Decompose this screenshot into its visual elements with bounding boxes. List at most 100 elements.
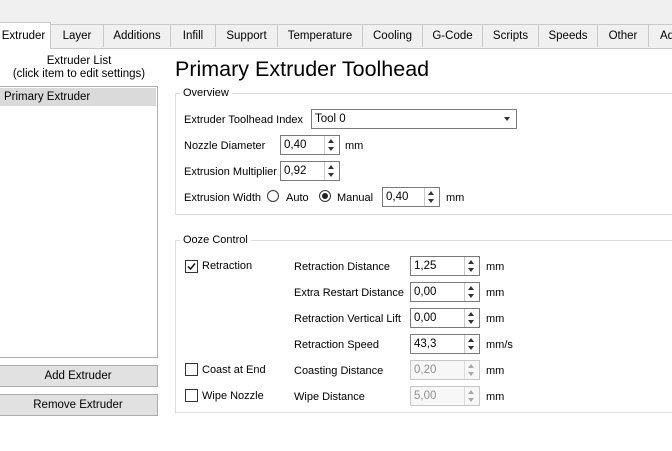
nozzle-diameter-value: 0,40 — [284, 139, 307, 151]
stepper-arrows[interactable] — [464, 335, 479, 353]
tab-speeds[interactable]: Speeds — [538, 24, 598, 47]
extrusion-width-auto-radio[interactable] — [267, 190, 279, 202]
radio-selected-dot — [322, 193, 328, 199]
nozzle-diameter-label: Nozzle Diameter — [184, 140, 266, 152]
arrow-up-icon — [468, 390, 474, 394]
arrow-up-icon — [468, 338, 474, 342]
retraction-speed-unit: mm/s — [486, 339, 513, 351]
coast-at-end-checkbox[interactable] — [185, 363, 198, 376]
arrow-down-icon — [468, 320, 474, 324]
arrow-down-icon — [468, 294, 474, 298]
tab-scripts[interactable]: Scripts — [482, 24, 539, 47]
arrow-up-icon — [468, 364, 474, 368]
list-item-primary-extruder[interactable]: Primary Extruder — [0, 88, 156, 106]
stepper-arrows[interactable] — [464, 309, 479, 327]
retraction-vertical-lift-stepper[interactable]: 0,00 — [410, 308, 480, 328]
toolhead-index-label: Extruder Toolhead Index — [184, 114, 304, 126]
arrow-down-icon — [468, 398, 474, 402]
nozzle-diameter-stepper[interactable]: 0,40 — [280, 135, 340, 155]
retraction-speed-value: 43,3 — [414, 338, 437, 350]
extrusion-width-unit: mm — [446, 192, 465, 204]
retraction-speed-label: Retraction Speed — [294, 339, 379, 351]
toolhead-index-value: Tool 0 — [315, 113, 346, 125]
auto-label: Auto — [286, 192, 309, 204]
extra-restart-distance-stepper[interactable]: 0,00 — [410, 282, 480, 302]
arrow-down-icon — [468, 268, 474, 272]
extruder-list-title: Extruder List — [46, 55, 112, 67]
tab-advanced[interactable]: Ad — [648, 24, 672, 47]
arrow-up-icon — [468, 286, 474, 290]
page-title: Primary Extruder Toolhead — [175, 57, 430, 81]
extruder-list-label: Extruder List (click item to edit settin… — [0, 55, 158, 81]
tab-support[interactable]: Support — [215, 24, 278, 47]
tab-gcode[interactable]: G-Code — [422, 24, 483, 47]
coast-at-end-label: Coast at End — [202, 364, 266, 376]
manual-label: Manual — [337, 192, 374, 204]
add-extruder-button[interactable]: Add Extruder — [0, 365, 158, 387]
tab-layer[interactable]: Layer — [50, 24, 104, 47]
tab-cooling[interactable]: Cooling — [362, 24, 423, 47]
arrow-down-icon — [468, 346, 474, 350]
arrow-down-icon — [328, 147, 334, 151]
arrow-down-icon — [428, 199, 434, 203]
tab-other[interactable]: Other — [597, 24, 649, 47]
checkmark-icon — [187, 263, 196, 271]
coasting-distance-value: 0,20 — [414, 364, 437, 376]
retraction-distance-value: 1,25 — [414, 260, 437, 272]
arrow-down-icon — [468, 372, 474, 376]
stepper-arrows[interactable] — [464, 257, 479, 275]
stepper-arrows[interactable] — [464, 283, 479, 301]
wipe-distance-stepper[interactable]: 5,00 — [410, 386, 480, 406]
tab-temperature[interactable]: Temperature — [277, 24, 363, 47]
retraction-distance-label: Retraction Distance — [294, 261, 390, 273]
toolhead-index-dropdown[interactable]: Tool 0 — [311, 109, 517, 129]
stepper-arrows[interactable] — [424, 188, 439, 206]
tab-extruder[interactable]: Extruder — [0, 22, 51, 49]
tab-additions[interactable]: Additions — [103, 24, 171, 47]
stepper-arrows[interactable] — [324, 136, 339, 154]
arrow-up-icon — [328, 165, 334, 169]
coasting-distance-label: Coasting Distance — [294, 365, 384, 377]
retraction-vertical-lift-value: 0,00 — [414, 312, 437, 324]
arrow-up-icon — [428, 191, 434, 195]
arrow-up-icon — [468, 312, 474, 316]
nozzle-diameter-unit: mm — [345, 140, 364, 152]
arrow-up-icon — [328, 139, 334, 143]
arrow-down-icon — [328, 173, 334, 177]
extrusion-multiplier-value: 0,92 — [284, 165, 307, 177]
tab-infill[interactable]: Infill — [170, 24, 216, 47]
arrow-up-icon — [468, 260, 474, 264]
extrusion-width-manual-radio[interactable] — [319, 190, 331, 202]
extrusion-width-label: Extrusion Width — [184, 192, 262, 204]
retraction-distance-unit: mm — [486, 261, 505, 273]
overview-group-title: Overview — [180, 87, 232, 100]
wipe-distance-label: Wipe Distance — [294, 391, 365, 403]
stepper-arrows[interactable] — [464, 361, 479, 379]
wipe-nozzle-label: Wipe Nozzle — [202, 390, 264, 402]
extrusion-width-value: 0,40 — [386, 191, 409, 203]
extruder-list-hint: (click item to edit settings) — [12, 68, 146, 80]
ooze-control-group-title: Ooze Control — [180, 234, 251, 247]
extrusion-multiplier-label: Extrusion Multiplier — [184, 166, 277, 178]
top-strip — [0, 0, 672, 23]
wipe-nozzle-checkbox[interactable] — [185, 389, 198, 402]
extra-restart-distance-label: Extra Restart Distance — [294, 287, 405, 299]
extruder-list[interactable]: Primary Extruder — [0, 86, 158, 358]
stepper-arrows[interactable] — [324, 162, 339, 180]
extra-restart-distance-unit: mm — [486, 287, 505, 299]
remove-extruder-button[interactable]: Remove Extruder — [0, 394, 158, 416]
stepper-arrows[interactable] — [464, 387, 479, 405]
extra-restart-distance-value: 0,00 — [414, 286, 437, 298]
retraction-speed-stepper[interactable]: 43,3 — [410, 334, 480, 354]
extrusion-multiplier-stepper[interactable]: 0,92 — [280, 161, 340, 181]
coasting-distance-unit: mm — [486, 365, 505, 377]
extrusion-width-stepper[interactable]: 0,40 — [382, 187, 440, 207]
chevron-down-icon — [504, 117, 510, 121]
retraction-label: Retraction — [202, 260, 253, 272]
wipe-distance-value: 5,00 — [414, 390, 437, 402]
coasting-distance-stepper[interactable]: 0,20 — [410, 360, 480, 380]
retraction-checkbox[interactable] — [185, 260, 198, 273]
wipe-distance-unit: mm — [486, 391, 505, 403]
retraction-distance-stepper[interactable]: 1,25 — [410, 256, 480, 276]
retraction-vertical-lift-unit: mm — [486, 313, 505, 325]
